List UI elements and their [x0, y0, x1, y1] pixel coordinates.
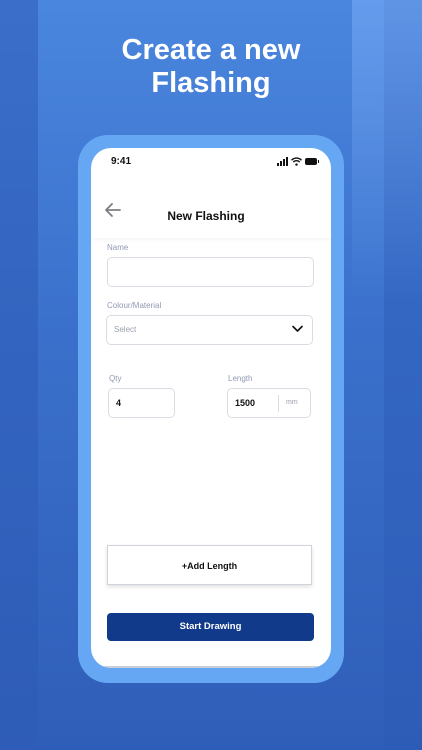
app-screen: 9:41 New Flashing Name Colour/Material S… [91, 148, 331, 668]
start-drawing-button[interactable]: Start Drawing [107, 613, 314, 641]
length-unit: mm [286, 399, 298, 406]
nav-bar: New Flashing [91, 176, 331, 238]
promo-headline: Create a new Flashing [0, 34, 422, 100]
status-time: 9:41 [111, 156, 132, 167]
add-length-button[interactable]: +Add Length [107, 545, 312, 585]
name-label: Name [107, 243, 129, 252]
background-panel-left [0, 0, 38, 750]
headline-line-1: Create a new [121, 34, 301, 66]
qty-input[interactable]: 4 [108, 388, 175, 418]
length-value: 1500 [235, 398, 256, 408]
length-input[interactable]: 1500 mm [227, 388, 311, 418]
phone-frame: 9:41 New Flashing Name Colour/Material S… [78, 135, 344, 683]
unit-divider [278, 395, 279, 412]
page-title: New Flashing [167, 209, 245, 223]
battery-icon [305, 158, 319, 165]
colour-material-select[interactable]: Select [106, 315, 313, 345]
colour-material-label: Colour/Material [107, 301, 162, 310]
wifi-icon [291, 157, 302, 166]
qty-value: 4 [116, 398, 122, 408]
signal-icon [277, 157, 289, 166]
select-placeholder: Select [114, 325, 137, 334]
name-input[interactable] [107, 257, 314, 287]
chevron-down-icon [292, 325, 303, 332]
status-icons [277, 157, 319, 166]
bottom-divider [91, 666, 331, 668]
qty-label: Qty [109, 374, 122, 383]
headline-line-2: Flashing [151, 67, 271, 99]
length-label: Length [228, 374, 253, 383]
